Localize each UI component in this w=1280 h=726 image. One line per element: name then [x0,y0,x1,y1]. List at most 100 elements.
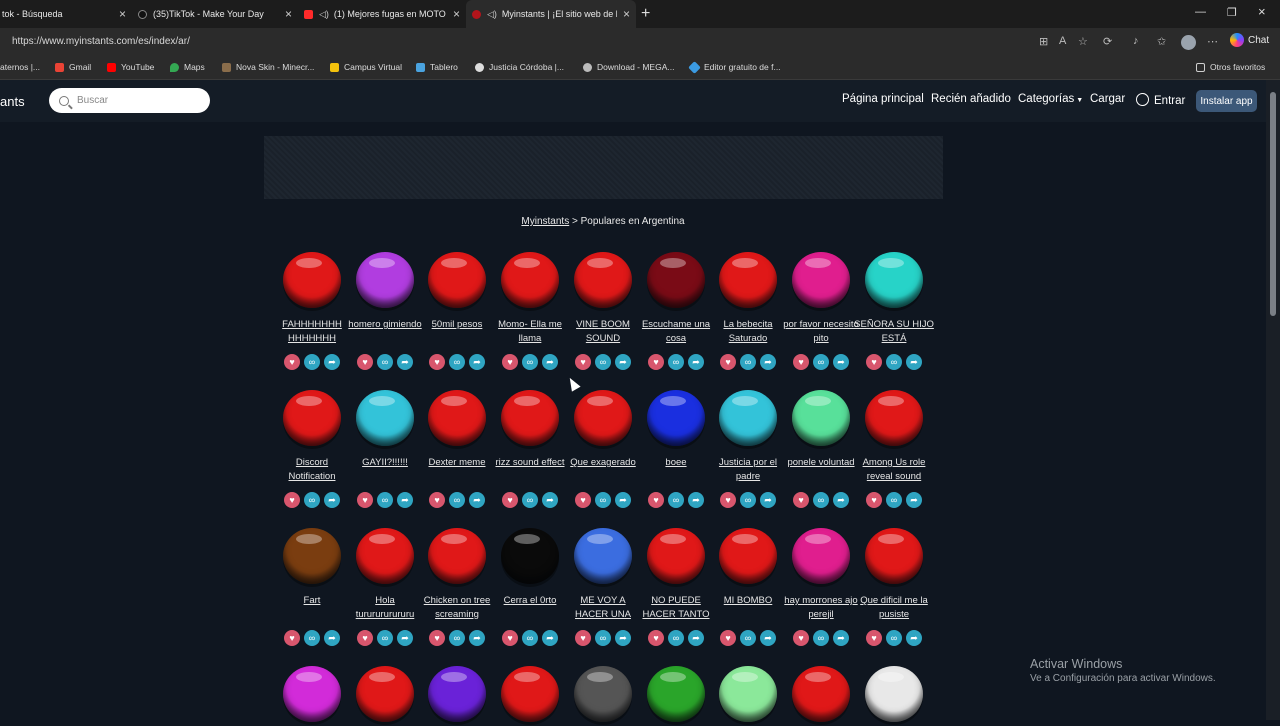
copy-link-icon[interactable]: ∞ [886,354,902,370]
sound-title-link[interactable]: Cerra el 0rto [490,594,570,622]
share-icon[interactable]: ➦ [615,630,631,646]
sound-title-link[interactable]: Escuchame una cosa [636,318,716,346]
sound-icon[interactable]: ♪ [1133,35,1139,47]
copy-link-icon[interactable]: ∞ [304,354,320,370]
sound-title-link[interactable]: ponele voluntad [781,456,861,484]
play-sound-button[interactable] [427,252,487,312]
sound-title-link[interactable]: ME VOY A HACER UNA [563,594,643,622]
copy-link-icon[interactable]: ∞ [740,354,756,370]
favorites-icon[interactable]: ✩ [1157,35,1166,48]
close-icon[interactable]: × [285,7,292,21]
favorite-heart-icon[interactable]: ♥ [502,630,518,646]
play-sound-button[interactable] [646,666,706,726]
tab-tiktok[interactable]: (35)TikTok - Make Your Day × [132,0,298,28]
sound-title-link[interactable]: Hola tururururururu [345,594,425,622]
favorite-heart-icon[interactable]: ♥ [866,492,882,508]
play-sound-button[interactable] [646,252,706,312]
tab-myinstants[interactable]: ◁) Myinstants | ¡El sitio web de b × [466,0,636,28]
site-brand[interactable]: ants [0,94,25,109]
speaker-icon[interactable]: ◁) [319,9,329,20]
bookmark-tablero[interactable]: Tablero [416,62,458,72]
nav-login[interactable]: Entrar [1136,93,1185,107]
copy-link-icon[interactable]: ∞ [813,354,829,370]
share-icon[interactable]: ➦ [760,630,776,646]
read-aloud-icon[interactable]: A [1059,35,1066,47]
share-icon[interactable]: ➦ [833,630,849,646]
bookmark-aternos[interactable]: aternos |... [0,62,40,72]
share-icon[interactable]: ➦ [324,354,340,370]
extensions-icon[interactable]: ⟳ [1103,35,1112,48]
more-menu-icon[interactable]: ⋯ [1207,35,1218,48]
favorite-heart-icon[interactable]: ♥ [429,492,445,508]
favorite-heart-icon[interactable]: ♥ [720,354,736,370]
sound-title-link[interactable]: Chicken on tree screaming [417,594,497,622]
play-sound-button[interactable] [355,390,415,450]
sound-title-link[interactable]: Dexter meme [417,456,497,484]
bookmark-nova-skin[interactable]: Nova Skin - Minecr... [222,62,314,72]
sound-title-link[interactable]: Fart [272,594,352,622]
share-icon[interactable]: ➦ [906,630,922,646]
nav-upload[interactable]: Cargar [1090,93,1125,105]
play-sound-button[interactable] [282,390,342,450]
copy-link-icon[interactable]: ∞ [595,492,611,508]
nav-categories[interactable]: Categorías ▼ [1018,93,1083,105]
copy-link-icon[interactable]: ∞ [595,630,611,646]
copy-link-icon[interactable]: ∞ [304,630,320,646]
share-icon[interactable]: ➦ [615,354,631,370]
share-icon[interactable]: ➦ [833,354,849,370]
share-icon[interactable]: ➦ [906,354,922,370]
favorite-heart-icon[interactable]: ♥ [357,354,373,370]
bookmark-justicia[interactable]: Justicia Córdoba |... [475,62,564,72]
favorite-heart-icon[interactable]: ♥ [866,630,882,646]
favorite-heart-icon[interactable]: ♥ [284,630,300,646]
url-field[interactable]: https://www.myinstants.com/es/index/ar/ [12,36,190,47]
tab-busqueda[interactable]: tok - Búsqueda × [0,0,132,28]
favorite-heart-icon[interactable]: ♥ [648,354,664,370]
copy-link-icon[interactable]: ∞ [449,354,465,370]
play-sound-button[interactable] [500,666,560,726]
play-sound-button[interactable] [718,390,778,450]
play-sound-button[interactable] [791,252,851,312]
favorite-heart-icon[interactable]: ♥ [720,630,736,646]
bookmark-youtube[interactable]: YouTube [107,62,154,72]
favorite-heart-icon[interactable]: ♥ [648,492,664,508]
favorite-heart-icon[interactable]: ♥ [793,630,809,646]
sound-title-link[interactable]: SEÑORA SU HIJO ESTÁ [854,318,934,346]
copy-link-icon[interactable]: ∞ [813,630,829,646]
favorite-heart-icon[interactable]: ♥ [866,354,882,370]
play-sound-button[interactable] [646,390,706,450]
favorite-heart-icon[interactable]: ♥ [502,354,518,370]
share-icon[interactable]: ➦ [688,492,704,508]
favorite-heart-icon[interactable]: ♥ [284,354,300,370]
nav-home[interactable]: Página principal [842,93,924,105]
sound-title-link[interactable]: boee [636,456,716,484]
copy-link-icon[interactable]: ∞ [668,630,684,646]
play-sound-button[interactable] [573,252,633,312]
install-app-button[interactable]: Instalar app [1196,90,1257,112]
minimize-icon[interactable]: — [1195,6,1206,18]
play-sound-button[interactable] [282,528,342,588]
grid-icon[interactable]: ⊞ [1039,35,1048,48]
sound-title-link[interactable]: VINE BOOM SOUND [563,318,643,346]
sound-title-link[interactable]: Que exagerado [563,456,643,484]
play-sound-button[interactable] [355,252,415,312]
play-sound-button[interactable] [864,390,924,450]
copy-link-icon[interactable]: ∞ [522,492,538,508]
bookmark-maps[interactable]: Maps [170,62,205,72]
play-sound-button[interactable] [427,390,487,450]
chat-button[interactable]: Chat [1230,33,1269,47]
sound-title-link[interactable]: GAYII?!!!!!! [345,456,425,484]
bookmark-campus[interactable]: Campus Virtual [330,62,402,72]
restore-icon[interactable]: ❐ [1227,6,1237,19]
favorite-heart-icon[interactable]: ♥ [575,630,591,646]
copy-link-icon[interactable]: ∞ [668,354,684,370]
favorite-heart-icon[interactable]: ♥ [502,492,518,508]
play-sound-button[interactable] [864,528,924,588]
play-sound-button[interactable] [791,528,851,588]
share-icon[interactable]: ➦ [397,630,413,646]
favorite-heart-icon[interactable]: ♥ [357,630,373,646]
favorite-heart-icon[interactable]: ♥ [793,354,809,370]
favorite-heart-icon[interactable]: ♥ [284,492,300,508]
copy-link-icon[interactable]: ∞ [449,630,465,646]
bookmark-gmail[interactable]: Gmail [55,62,91,72]
